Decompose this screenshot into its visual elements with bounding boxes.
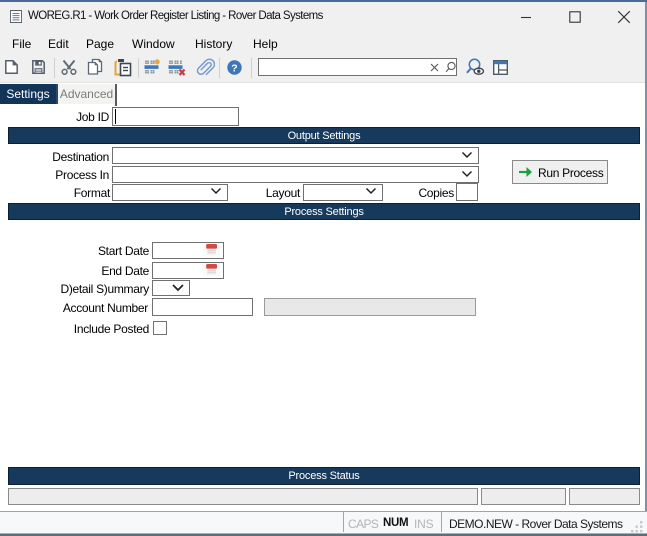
svg-text:?: ?	[231, 62, 237, 74]
